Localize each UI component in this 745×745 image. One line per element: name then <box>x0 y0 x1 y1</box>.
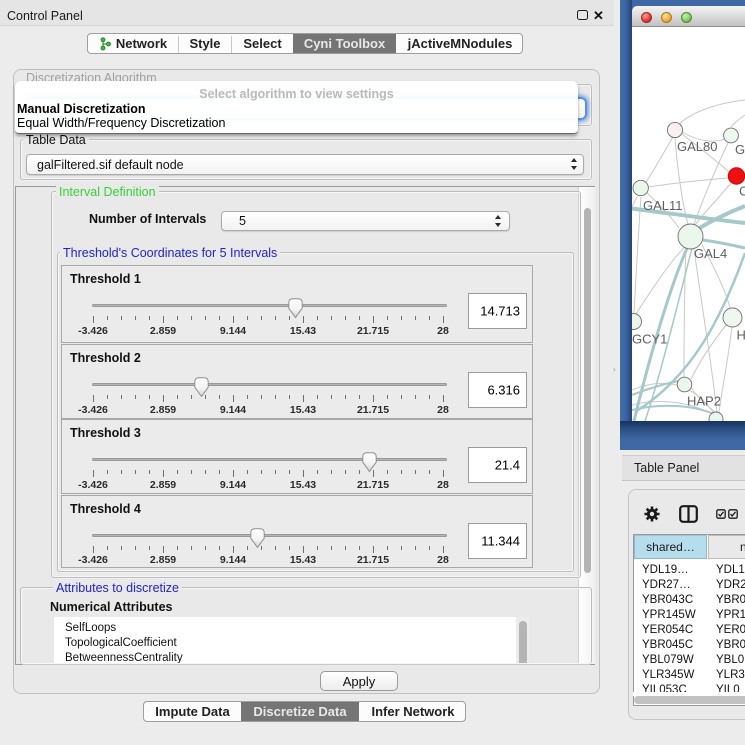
svg-text:C: C <box>739 184 745 199</box>
svg-text:GA: GA <box>735 142 745 157</box>
svg-text:GAL11: GAL11 <box>643 198 683 213</box>
svg-text:GAL4: GAL4 <box>694 246 727 261</box>
svg-text:GCY1: GCY1 <box>632 332 667 347</box>
svg-text:H: H <box>737 328 745 343</box>
svg-text:HAP2: HAP2 <box>687 394 721 409</box>
svg-text:GAL80: GAL80 <box>677 139 717 154</box>
